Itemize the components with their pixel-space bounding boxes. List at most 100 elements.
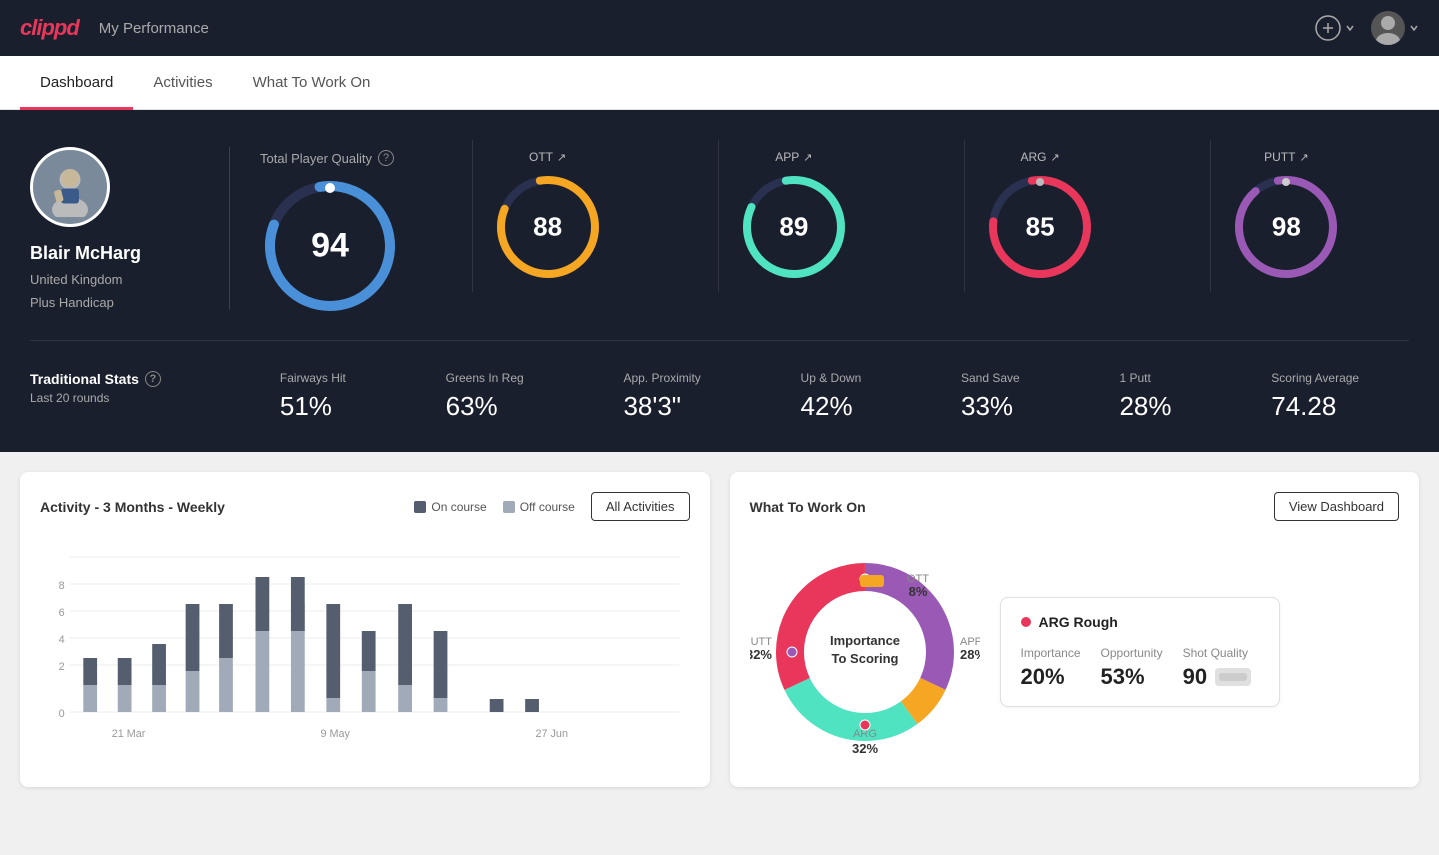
what-to-work-card: What To Work On View Dashboard Importan — [730, 472, 1420, 787]
donut-chart-area: Importance To Scoring OTT 8% APP 28% ARG… — [750, 537, 980, 767]
arg-gauge: 85 — [985, 172, 1095, 282]
total-quality-value: 94 — [311, 227, 349, 266]
tab-dashboard[interactable]: Dashboard — [20, 56, 133, 110]
metric-putt: PUTT ↗ 98 — [1210, 140, 1361, 292]
stat-greens-label: Greens In Reg — [446, 371, 524, 385]
stat-greens-value: 63% — [446, 391, 498, 422]
stat-1putt-value: 28% — [1119, 391, 1171, 422]
svg-text:Importance: Importance — [829, 633, 899, 648]
svg-text:0: 0 — [59, 708, 65, 720]
stat-scoring-label: Scoring Average — [1271, 371, 1359, 385]
stat-proximity-value: 38'3" — [623, 391, 681, 422]
player-info: Blair McHarg United Kingdom Plus Handica… — [30, 147, 230, 310]
stat-fairways-label: Fairways Hit — [280, 371, 346, 385]
app-trend-icon: ↗ — [803, 151, 812, 164]
detail-shot-quality: Shot Quality 90 — [1183, 646, 1251, 690]
svg-text:To Scoring: To Scoring — [831, 651, 898, 666]
svg-text:28%: 28% — [960, 647, 980, 662]
donut-chart-svg: Importance To Scoring OTT 8% APP 28% ARG… — [750, 537, 980, 767]
chevron-down-icon — [1345, 23, 1355, 33]
stat-sandsave: Sand Save 33% — [961, 371, 1020, 422]
detail-card-title: ARG Rough — [1021, 614, 1259, 630]
stat-items: Fairways Hit 51% Greens In Reg 63% App. … — [230, 371, 1409, 422]
stats-title: Traditional Stats ? — [30, 371, 200, 387]
svg-text:4: 4 — [59, 634, 65, 646]
importance-value: 20% — [1021, 664, 1081, 690]
what-to-work-content: Importance To Scoring OTT 8% APP 28% ARG… — [750, 537, 1400, 767]
activity-chart-title: Activity - 3 Months - Weekly — [40, 499, 225, 515]
add-button[interactable] — [1315, 15, 1355, 41]
stat-scoring: Scoring Average 74.28 — [1271, 371, 1359, 422]
putt-label: PUTT ↗ — [1264, 150, 1309, 164]
legend-on-course: On course — [414, 500, 486, 514]
what-to-work-title: What To Work On — [750, 499, 866, 515]
player-avatar — [30, 147, 110, 227]
stat-scoring-value: 74.28 — [1271, 391, 1336, 422]
traditional-stats-row: Traditional Stats ? Last 20 rounds Fairw… — [30, 361, 1409, 422]
activity-chart-area: 0 2 4 6 8 — [40, 537, 690, 757]
shot-quality-bar — [1215, 668, 1251, 686]
info-icon[interactable]: ? — [378, 150, 394, 166]
stats-label: Traditional Stats ? Last 20 rounds — [30, 371, 230, 405]
stat-proximity: App. Proximity 38'3" — [623, 371, 700, 422]
stat-fairways: Fairways Hit 51% — [280, 371, 346, 422]
stat-1putt: 1 Putt 28% — [1119, 371, 1171, 422]
performance-panel: Blair McHarg United Kingdom Plus Handica… — [0, 110, 1439, 452]
detail-opportunity: Opportunity 53% — [1101, 646, 1163, 690]
quality-metrics: Total Player Quality ? 94 — [230, 140, 1409, 316]
detail-card: ARG Rough Importance 20% Opportunity 53%… — [1000, 597, 1280, 707]
stat-fairways-value: 51% — [280, 391, 332, 422]
app-gauge: 89 — [739, 172, 849, 282]
what-to-work-header: What To Work On View Dashboard — [750, 492, 1400, 521]
svg-text:9 May: 9 May — [320, 728, 350, 740]
ott-label: OTT ↗ — [529, 150, 566, 164]
stat-proximity-label: App. Proximity — [623, 371, 700, 385]
arg-value: 85 — [1026, 212, 1055, 243]
opportunity-label: Opportunity — [1101, 646, 1163, 660]
activity-card: Activity - 3 Months - Weekly On course O… — [20, 472, 710, 787]
stat-updown-label: Up & Down — [801, 371, 862, 385]
avatar-chevron-icon — [1409, 23, 1419, 33]
putt-value: 98 — [1272, 212, 1301, 243]
svg-text:32%: 32% — [851, 741, 877, 756]
ott-trend-icon: ↗ — [557, 151, 566, 164]
detail-importance: Importance 20% — [1021, 646, 1081, 690]
arg-label: ARG ↗ — [1021, 150, 1060, 164]
stats-sublabel: Last 20 rounds — [30, 391, 200, 405]
metric-arg: ARG ↗ 85 — [964, 140, 1115, 292]
player-name: Blair McHarg — [30, 243, 141, 264]
stat-greens: Greens In Reg 63% — [446, 371, 524, 422]
player-handicap: Plus Handicap — [30, 295, 114, 310]
legend-off-course: Off course — [503, 500, 575, 514]
view-dashboard-button[interactable]: View Dashboard — [1274, 492, 1399, 521]
header-title: My Performance — [99, 20, 209, 37]
user-avatar-button[interactable] — [1371, 11, 1419, 45]
metric-ott: OTT ↗ 88 — [472, 140, 623, 292]
stat-1putt-label: 1 Putt — [1119, 371, 1150, 385]
stats-info-icon[interactable]: ? — [145, 371, 161, 387]
stat-sandsave-label: Sand Save — [961, 371, 1020, 385]
total-quality-gauge: 94 — [260, 176, 400, 316]
header-actions — [1315, 11, 1419, 45]
all-activities-button[interactable]: All Activities — [591, 492, 690, 521]
tab-activities[interactable]: Activities — [133, 56, 232, 110]
activity-card-header: Activity - 3 Months - Weekly On course O… — [40, 492, 690, 521]
svg-text:6: 6 — [59, 607, 65, 619]
bottom-section: Activity - 3 Months - Weekly On course O… — [0, 452, 1439, 807]
svg-text:32%: 32% — [750, 647, 772, 662]
app-logo: clippd — [20, 15, 79, 41]
total-quality-title: Total Player Quality ? — [260, 150, 394, 166]
arg-trend-icon: ↗ — [1051, 151, 1060, 164]
svg-text:21 Mar: 21 Mar — [112, 728, 146, 740]
svg-text:2: 2 — [59, 661, 65, 673]
svg-text:27 Jun: 27 Jun — [535, 728, 567, 740]
quality-section: Blair McHarg United Kingdom Plus Handica… — [30, 140, 1409, 341]
tab-what-to-work-on[interactable]: What To Work On — [233, 56, 391, 110]
detail-metrics: Importance 20% Opportunity 53% Shot Qual… — [1021, 646, 1259, 690]
shot-quality-value: 90 — [1183, 664, 1207, 690]
stat-updown: Up & Down 42% — [801, 371, 862, 422]
detail-dot — [1021, 617, 1031, 627]
svg-text:8: 8 — [59, 580, 65, 592]
putt-gauge: 98 — [1231, 172, 1341, 282]
avatar — [1371, 11, 1405, 45]
